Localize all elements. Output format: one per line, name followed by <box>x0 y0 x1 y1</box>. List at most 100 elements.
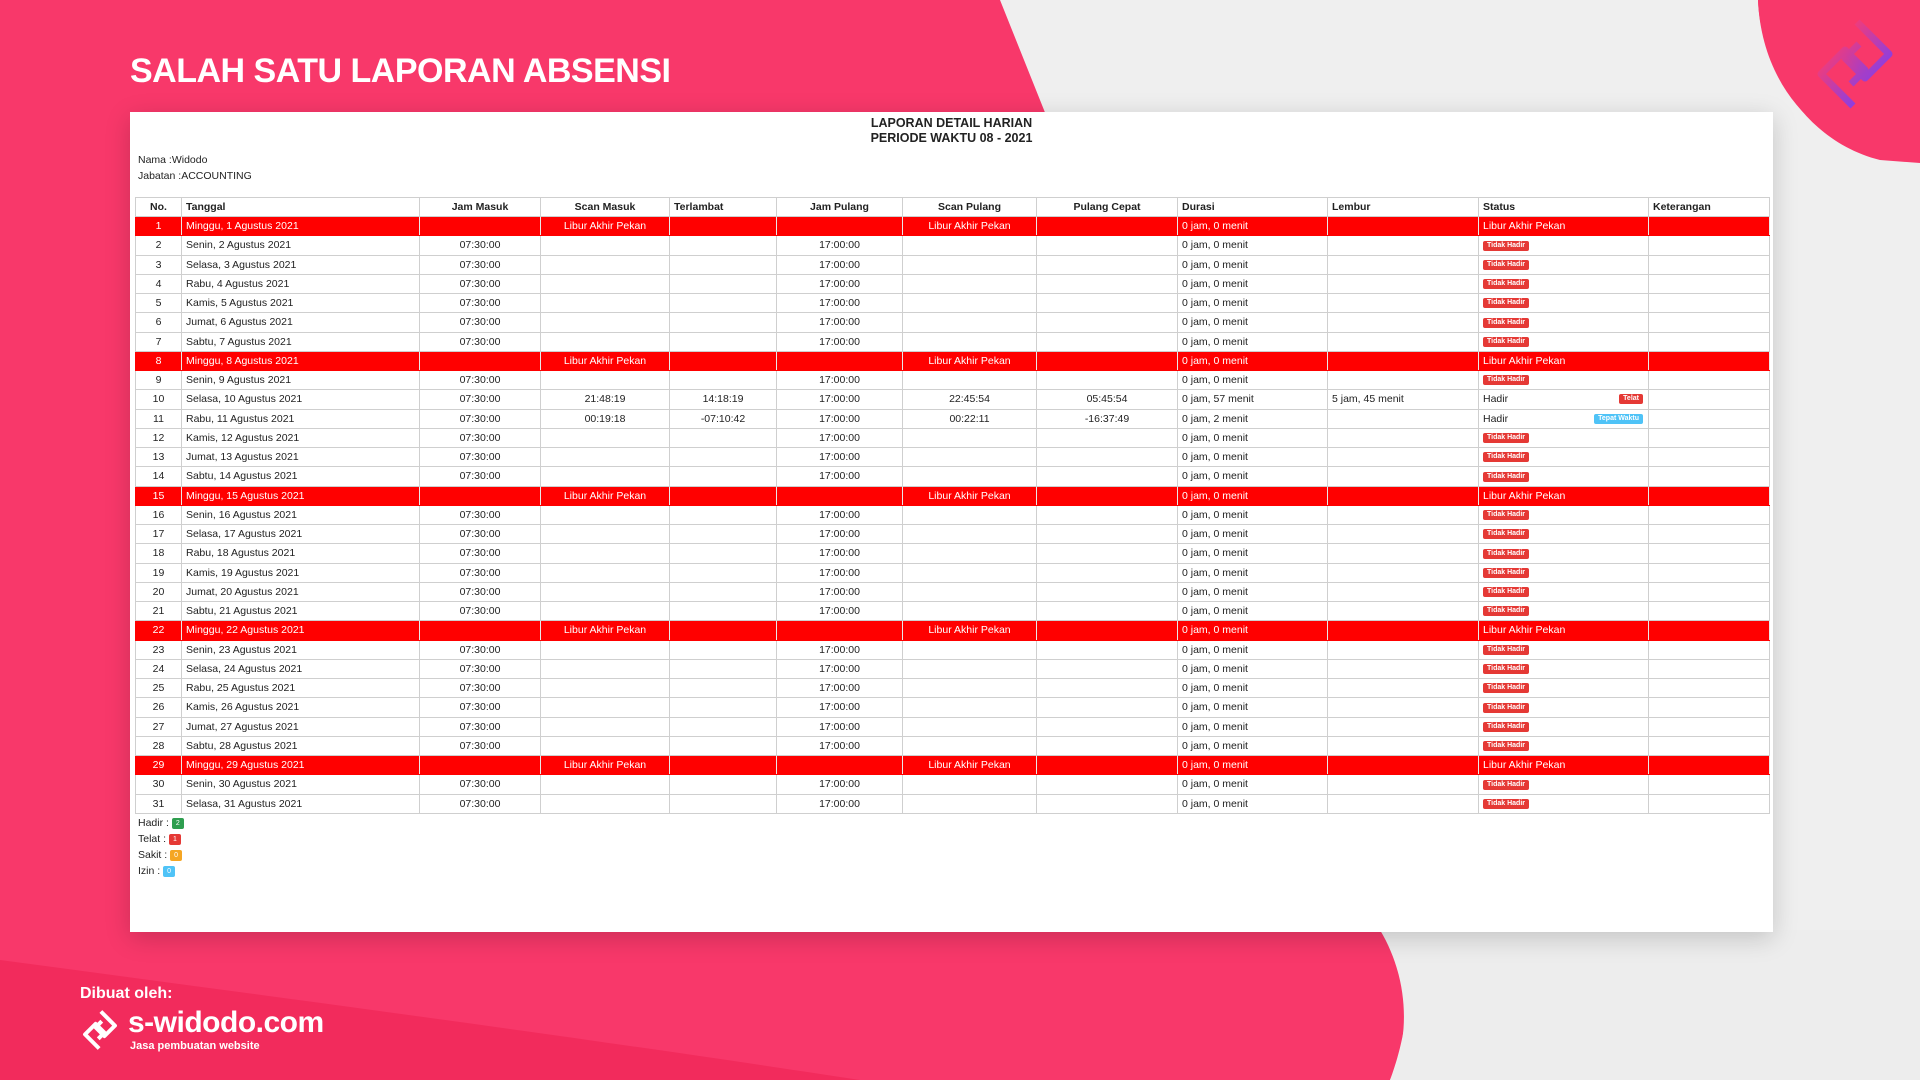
column-header: Keterangan <box>1648 197 1770 217</box>
cell-scan-pulang <box>902 600 1037 622</box>
cell-durasi: 0 jam, 2 menit <box>1177 408 1328 429</box>
cell-jam-pulang <box>776 754 903 776</box>
cell-tanggal: Kamis, 12 Agustus 2021 <box>181 427 420 449</box>
cell-terlambat: -07:10:42 <box>669 408 777 429</box>
cell-durasi: 0 jam, 0 menit <box>1177 292 1328 314</box>
attendance-report: LAPORAN DETAIL HARIAN PERIODE WAKTU 08 -… <box>130 112 1773 932</box>
cell-keterangan <box>1648 427 1770 449</box>
status-badge: Tidak Hadir <box>1483 452 1529 463</box>
cell-pulang-cepat <box>1036 446 1178 468</box>
cell-pulang-cepat <box>1036 466 1178 487</box>
cell-lembur: 5 jam, 45 menit <box>1327 389 1479 410</box>
status-badge: Tidak Hadir <box>1483 606 1529 617</box>
cell-scan-masuk <box>540 427 670 449</box>
cell-keterangan <box>1648 639 1770 660</box>
cell-scan-masuk <box>540 581 670 603</box>
cell-jam-pulang: 17:00:00 <box>776 600 903 622</box>
cell-terlambat <box>669 369 777 391</box>
cell-terlambat <box>669 273 777 295</box>
legend-item: Hadir : 2 <box>138 815 184 831</box>
cell-scan-pulang <box>902 677 1037 699</box>
cell-pulang-cepat <box>1036 427 1178 449</box>
legend-label: Hadir : <box>138 817 172 829</box>
cell-tanggal: Selasa, 24 Agustus 2021 <box>181 658 420 680</box>
cell-scan-pulang <box>902 427 1037 449</box>
table-row: 4 Rabu, 4 Agustus 2021 07:30:00 17:00:00 0 j… <box>135 273 1770 295</box>
status-text: Libur Akhir Pekan <box>1483 354 1566 367</box>
cell-jam-pulang: 17:00:00 <box>776 658 903 680</box>
cell-scan-masuk: Libur Akhir Pekan <box>540 350 670 372</box>
cell-pulang-cepat <box>1036 369 1178 391</box>
cell-keterangan <box>1648 754 1770 776</box>
cell-terlambat <box>669 716 777 737</box>
cell-tanggal: Jumat, 13 Agustus 2021 <box>181 446 420 468</box>
footer-site-name[interactable]: s-widodo.com <box>128 1006 324 1040</box>
cell-durasi: 0 jam, 0 menit <box>1177 697 1328 718</box>
footer-logo-icon <box>83 1010 117 1050</box>
cell-scan-pulang <box>902 562 1037 583</box>
cell-lembur <box>1327 793 1479 814</box>
legend-label: Telat : <box>138 833 169 845</box>
legend-item: Izin : 0 <box>138 863 184 879</box>
cell-jam-pulang: 17:00:00 <box>776 562 903 583</box>
cell-status: Libur Akhir Pekan <box>1478 350 1649 372</box>
status-text: Libur Akhir Pekan <box>1483 624 1566 637</box>
cell-durasi: 0 jam, 0 menit <box>1177 466 1328 487</box>
cell-durasi: 0 jam, 0 menit <box>1177 677 1328 699</box>
cell-scan-masuk: Libur Akhir Pekan <box>540 620 670 641</box>
cell-jam-pulang: 17:00:00 <box>776 639 903 660</box>
cell-status: Tidak Hadir <box>1478 369 1649 391</box>
cell-jam-pulang: 17:00:00 <box>776 774 903 795</box>
cell-lembur <box>1327 485 1479 506</box>
table-row-weekend: 22 Minggu, 22 Agustus 2021 Libur Akhir Pek… <box>135 620 1770 641</box>
cell-scan-masuk <box>540 504 670 526</box>
cell-no: 14 <box>135 466 182 487</box>
cell-keterangan <box>1648 292 1770 314</box>
legend-label: Izin : <box>138 865 164 877</box>
table-body: 1 Minggu, 1 Agustus 2021 Libur Akhir Pekan… <box>135 215 1770 814</box>
cell-durasi: 0 jam, 0 menit <box>1177 735 1328 757</box>
legend-count-badge: 2 <box>171 817 184 829</box>
cell-jam-masuk: 07:30:00 <box>419 581 541 603</box>
cell-tanggal: Sabtu, 7 Agustus 2021 <box>181 331 420 352</box>
table-row: 23 Senin, 23 Agustus 2021 07:30:00 17:00:00… <box>135 639 1770 660</box>
cell-terlambat <box>669 523 777 545</box>
cell-keterangan <box>1648 735 1770 757</box>
cell-jam-masuk: 07:30:00 <box>419 562 541 583</box>
cell-keterangan <box>1648 774 1770 795</box>
cell-jam-masuk: 07:30:00 <box>419 408 541 429</box>
cell-tanggal: Selasa, 10 Agustus 2021 <box>181 389 420 410</box>
cell-durasi: 0 jam, 0 menit <box>1177 600 1328 622</box>
attendance-table: No. Tanggal Jam Masuk Scan Masuk Terlambat Ja… <box>135 197 1770 814</box>
cell-keterangan <box>1648 562 1770 583</box>
cell-jam-pulang: 17:00:00 <box>776 735 903 757</box>
cell-no: 23 <box>135 639 182 660</box>
cell-status: Tidak Hadir <box>1478 504 1649 526</box>
cell-jam-masuk: 07:30:00 <box>419 427 541 449</box>
cell-tanggal: Minggu, 15 Agustus 2021 <box>181 485 420 506</box>
cell-no: 1 <box>135 215 182 237</box>
cell-terlambat <box>669 235 777 256</box>
cell-durasi: 0 jam, 0 menit <box>1177 639 1328 660</box>
table-row: 2 Senin, 2 Agustus 2021 07:30:00 17:00:00 0 … <box>135 235 1770 256</box>
cell-scan-pulang: 22:45:54 <box>902 389 1037 410</box>
cell-no: 19 <box>135 562 182 583</box>
cell-no: 12 <box>135 427 182 449</box>
table-row: 28 Sabtu, 28 Agustus 2021 07:30:00 17:00:00… <box>135 735 1770 757</box>
cell-keterangan <box>1648 389 1770 410</box>
legend-count-badge: 1 <box>168 833 181 845</box>
cell-status: Libur Akhir Pekan <box>1478 620 1649 641</box>
cell-lembur <box>1327 716 1479 737</box>
cell-no: 30 <box>135 774 182 795</box>
cell-durasi: 0 jam, 0 menit <box>1177 504 1328 526</box>
cell-jam-masuk: 07:30:00 <box>419 273 541 295</box>
cell-jam-masuk: 07:30:00 <box>419 446 541 468</box>
cell-pulang-cepat <box>1036 350 1178 372</box>
table-row: 31 Selasa, 31 Agustus 2021 07:30:00 17:00:0… <box>135 793 1770 814</box>
cell-jam-pulang: 17:00:00 <box>776 369 903 391</box>
cell-scan-pulang: Libur Akhir Pekan <box>902 215 1037 237</box>
cell-pulang-cepat <box>1036 600 1178 622</box>
cell-pulang-cepat <box>1036 620 1178 641</box>
table-header-row: No. Tanggal Jam Masuk Scan Masuk Terlambat Ja… <box>135 197 1770 217</box>
cell-status: Tidak Hadir <box>1478 735 1649 757</box>
